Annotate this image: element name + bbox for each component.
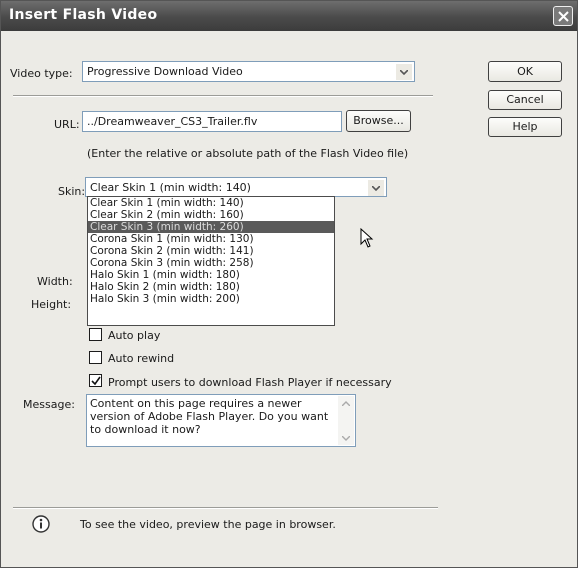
close-icon	[558, 11, 569, 22]
skin-value: Clear Skin 1 (min width: 140)	[90, 181, 251, 194]
skin-option[interactable]: Halo Skin 2 (min width: 180)	[88, 281, 334, 293]
skin-option[interactable]: Halo Skin 1 (min width: 180)	[88, 269, 334, 281]
message-text: Content on this page requires a newer ve…	[90, 397, 329, 436]
skin-option[interactable]: Corona Skin 3 (min width: 258)	[88, 257, 334, 269]
checkmark-icon	[91, 376, 101, 386]
video-type-dropdown-arrow[interactable]	[396, 64, 412, 80]
url-input[interactable]: ../Dreamweaver_CS3_Trailer.flv	[82, 111, 342, 132]
height-label: Height:	[31, 298, 72, 311]
skin-option[interactable]: Clear Skin 1 (min width: 140)	[88, 197, 334, 209]
skin-label: Skin:	[58, 185, 86, 198]
message-label: Message:	[23, 398, 75, 411]
title-bar[interactable]: Insert Flash Video	[1, 1, 577, 31]
url-label: URL:	[54, 118, 80, 131]
skin-options-list[interactable]: Clear Skin 1 (min width: 140) Clear Skin…	[87, 196, 335, 326]
skin-dropdown-arrow[interactable]	[368, 180, 384, 196]
skin-option[interactable]: Corona Skin 2 (min width: 141)	[88, 245, 334, 257]
video-type-value: Progressive Download Video	[87, 65, 243, 78]
auto-rewind-checkbox[interactable]	[89, 351, 102, 364]
prompt-download-label: Prompt users to download Flash Player if…	[108, 376, 392, 389]
video-type-label: Video type:	[10, 67, 73, 80]
mouse-cursor-icon	[360, 228, 374, 248]
message-scrollbar[interactable]	[338, 396, 354, 445]
skin-option-highlighted[interactable]: Clear Skin 3 (min width: 260)	[88, 221, 334, 233]
auto-play-checkbox[interactable]	[89, 328, 102, 341]
browse-button[interactable]: Browse...	[346, 110, 411, 132]
url-hint: (Enter the relative or absolute path of …	[87, 147, 409, 160]
chevron-up-icon[interactable]	[342, 401, 350, 406]
message-textarea[interactable]: Content on this page requires a newer ve…	[86, 394, 356, 447]
dialog-title: Insert Flash Video	[9, 7, 158, 23]
insert-flash-video-dialog: Insert Flash Video Video type: Progressi…	[0, 0, 578, 568]
info-icon	[32, 515, 50, 533]
skin-option[interactable]: Corona Skin 1 (min width: 130)	[88, 233, 334, 245]
footer-divider	[13, 507, 438, 509]
divider	[13, 95, 433, 97]
prompt-download-checkbox[interactable]	[89, 374, 102, 387]
skin-select[interactable]: Clear Skin 1 (min width: 140)	[85, 177, 387, 197]
skin-option[interactable]: Clear Skin 2 (min width: 160)	[88, 209, 334, 221]
help-button[interactable]: Help	[488, 117, 562, 137]
close-button[interactable]	[553, 6, 573, 26]
ok-button[interactable]: OK	[488, 61, 562, 82]
chevron-down-icon	[400, 70, 408, 75]
width-label: Width:	[37, 275, 73, 288]
video-type-select[interactable]: Progressive Download Video	[82, 61, 415, 82]
chevron-down-icon	[372, 186, 380, 191]
cancel-button[interactable]: Cancel	[488, 90, 562, 110]
chevron-down-icon[interactable]	[342, 436, 350, 441]
auto-rewind-label: Auto rewind	[108, 352, 175, 365]
skin-option[interactable]: Halo Skin 3 (min width: 200)	[88, 293, 334, 305]
footer-info-text: To see the video, preview the page in br…	[80, 518, 336, 531]
auto-play-label: Auto play	[108, 329, 161, 342]
